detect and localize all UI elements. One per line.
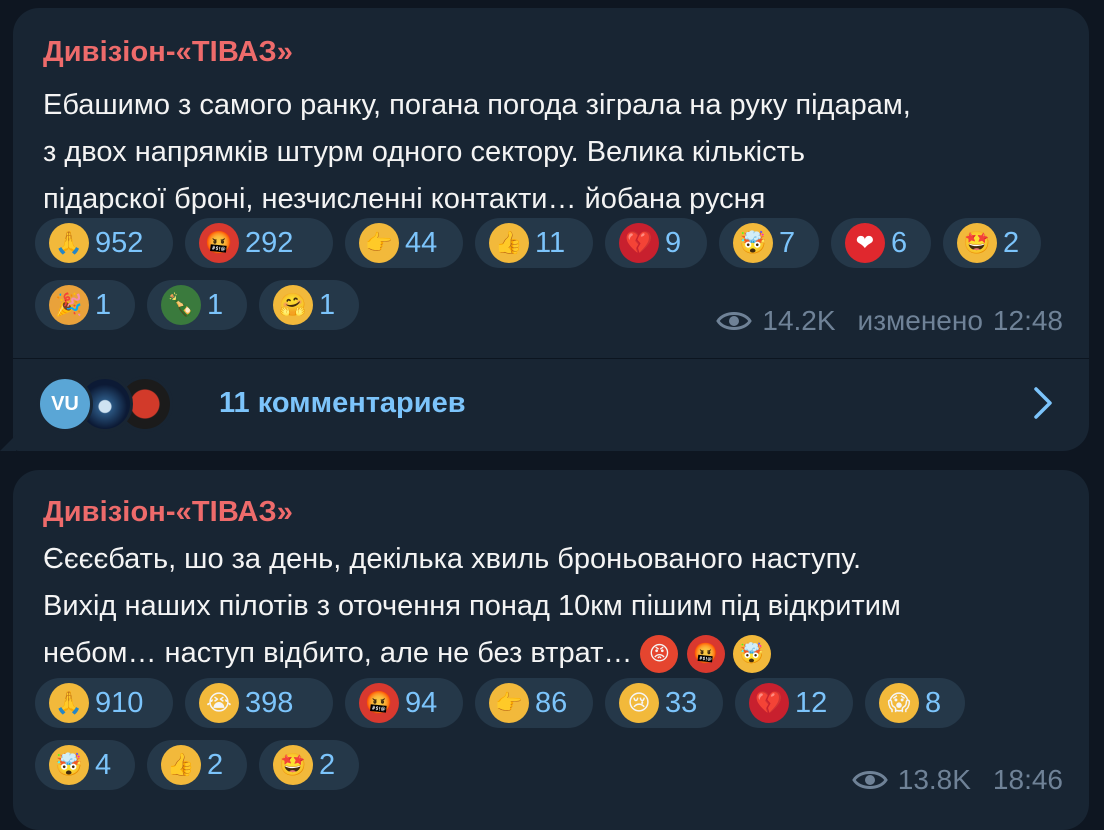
message-time: 12:48 — [992, 305, 1063, 336]
message-text: Ебашимо з самого ранку, погана погода зі… — [43, 82, 1065, 223]
channel-author-name[interactable]: Дивізіон-«ТІВАЗ» — [43, 36, 293, 69]
comments-row[interactable]: VU 11 комментариев — [37, 368, 1065, 438]
reaction-pill[interactable]: 🤬 94 — [345, 678, 463, 728]
reaction-count: 1 — [207, 288, 224, 321]
message-text-line: Єєєєбать, шо за день, декілька хвиль бро… — [43, 543, 862, 575]
reaction-pill[interactable]: 💔 12 — [735, 678, 853, 728]
thumbs-up-icon: 👍 — [489, 223, 529, 263]
reaction-count: 952 — [95, 226, 144, 259]
reaction-count: 2 — [207, 748, 224, 781]
reaction-count: 1 — [319, 288, 336, 321]
reaction-pill[interactable]: 👍 2 — [147, 740, 247, 790]
praying-hands-icon: 🙏 — [49, 223, 89, 263]
star-struck-icon: 🤩 — [273, 745, 313, 785]
reaction-count: 4 — [95, 748, 112, 781]
reaction-pill[interactable]: 👉 86 — [475, 678, 593, 728]
broken-heart-icon: 💔 — [749, 683, 789, 723]
avatar: VU — [37, 376, 93, 432]
reaction-pill[interactable]: 👉 44 — [345, 218, 463, 268]
reaction-count: 94 — [405, 686, 438, 719]
reaction-pill[interactable]: 🍾 1 — [147, 280, 247, 330]
message-text-line: небом… наступ відбито, але не без втрат…… — [43, 630, 1065, 677]
pointing-hand-icon: 👉 — [489, 683, 529, 723]
loudly-crying-face-icon: 😭 — [199, 683, 239, 723]
comments-count-link[interactable]: 11 комментариев — [219, 387, 466, 420]
cursing-face-icon: 🤬 — [359, 683, 399, 723]
views-eye-icon — [716, 312, 753, 330]
reaction-pill[interactable]: 😱 8 — [865, 678, 965, 728]
reaction-pill[interactable]: 😢 33 — [605, 678, 723, 728]
hugging-face-icon: 🤗 — [273, 285, 313, 325]
message-text-line: Вихід наших пілотів з оточення понад 10к… — [43, 590, 901, 622]
reaction-pill[interactable]: 🤯 7 — [719, 218, 819, 268]
star-struck-icon: 🤩 — [957, 223, 997, 263]
reaction-count: 44 — [405, 226, 438, 259]
comments-divider — [13, 358, 1089, 359]
views-count: 13.8K — [897, 764, 971, 795]
thumbs-up-icon: 👍 — [161, 745, 201, 785]
message-meta: 14.2K изменено 12:48 — [716, 305, 1063, 337]
message-bubble[interactable]: Дивізіон-«ТІВАЗ» Єєєєбать, шо за день, д… — [13, 470, 1089, 830]
reaction-pill[interactable]: 🤯 4 — [35, 740, 135, 790]
reaction-count: 86 — [535, 686, 568, 719]
reaction-pill[interactable]: 🤩 2 — [259, 740, 359, 790]
reaction-count: 8 — [925, 686, 942, 719]
reaction-pill[interactable]: 🤬 292 — [185, 218, 333, 268]
exploding-head-icon: 🤯 — [733, 223, 773, 263]
reaction-pill[interactable]: 🤗 1 — [259, 280, 359, 330]
cursing-face-icon: 🤬 — [686, 635, 725, 674]
reaction-count: 2 — [1003, 226, 1020, 259]
chevron-right-icon[interactable] — [1031, 385, 1055, 421]
channel-author-name[interactable]: Дивізіон-«ТІВАЗ» — [43, 496, 293, 529]
pointing-hand-icon: 👉 — [359, 223, 399, 263]
reaction-pill[interactable]: 🎉 1 — [35, 280, 135, 330]
message-text: Єєєєбать, шо за день, декілька хвиль бро… — [43, 536, 1065, 677]
reaction-count: 7 — [779, 226, 796, 259]
message-text-line: Ебашимо з самого ранку, погана погода зі… — [43, 89, 911, 121]
reaction-count: 910 — [95, 686, 144, 719]
crying-face-icon: 😢 — [619, 683, 659, 723]
reaction-count: 9 — [665, 226, 682, 259]
message-meta: 13.8K 18:46 — [851, 764, 1063, 796]
message-bubble[interactable]: Дивізіон-«ТІВАЗ» Ебашимо з самого ранку,… — [13, 8, 1089, 451]
reaction-pill[interactable]: 😭 398 — [185, 678, 333, 728]
angry-face-icon: 😡 — [640, 635, 679, 674]
exploding-head-icon: 🤯 — [49, 745, 89, 785]
reaction-count: 2 — [319, 748, 336, 781]
reaction-count: 1 — [95, 288, 112, 321]
reaction-count: 12 — [795, 686, 828, 719]
reaction-pill[interactable]: 💔 9 — [605, 218, 707, 268]
commenter-avatars: VU — [37, 372, 197, 434]
reaction-pill[interactable]: 🙏 910 — [35, 678, 173, 728]
reaction-pill[interactable]: 🙏 952 — [35, 218, 173, 268]
praying-hands-icon: 🙏 — [49, 683, 89, 723]
champagne-icon: 🍾 — [161, 285, 201, 325]
screaming-face-icon: 😱 — [879, 683, 919, 723]
party-popper-icon: 🎉 — [49, 285, 89, 325]
reaction-pill[interactable]: ❤ 6 — [831, 218, 931, 268]
red-heart-icon: ❤ — [845, 223, 885, 263]
cursing-face-icon: 🤬 — [199, 223, 239, 263]
reaction-pill[interactable]: 🤩 2 — [943, 218, 1041, 268]
views-eye-icon — [851, 771, 888, 789]
edited-label: изменено — [857, 305, 983, 336]
reaction-pill[interactable]: 👍 11 — [475, 218, 593, 268]
message-text-segment: небом… наступ відбито, але не без втрат… — [43, 637, 633, 669]
reaction-count: 292 — [245, 226, 294, 259]
message-text-line: з двох напрямків штурм одного сектору. В… — [43, 136, 806, 168]
message-text-line: підарскої броні, незчисленні контакти… й… — [43, 183, 766, 215]
reaction-count: 11 — [535, 226, 566, 259]
views-count: 14.2K — [762, 305, 836, 336]
message-time: 18:46 — [992, 764, 1063, 795]
reaction-count: 33 — [665, 686, 698, 719]
reaction-count: 6 — [891, 226, 908, 259]
reaction-count: 398 — [245, 686, 294, 719]
broken-heart-icon: 💔 — [619, 223, 659, 263]
exploding-head-icon: 🤯 — [732, 635, 771, 674]
